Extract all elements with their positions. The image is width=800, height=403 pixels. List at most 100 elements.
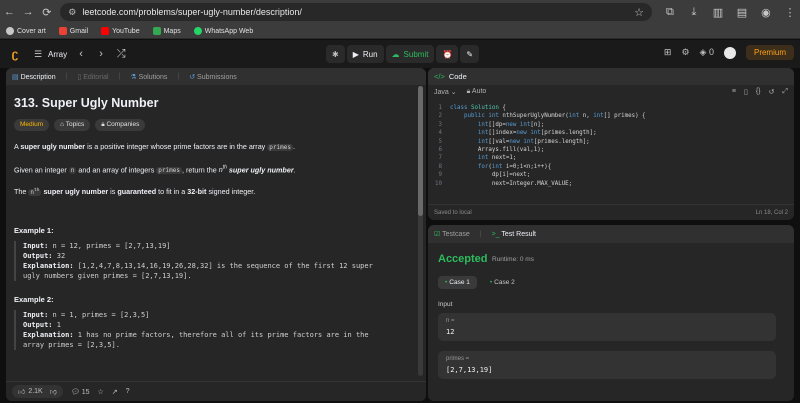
debug-button[interactable]: ✱ xyxy=(326,45,345,63)
bookmark-cover-art[interactable]: Cover art xyxy=(6,27,46,35)
menu-icon[interactable]: ⋮ xyxy=(780,2,800,22)
difficulty-badge: Medium xyxy=(14,119,50,131)
code-brackets-icon: </> xyxy=(434,72,445,81)
companies-badge[interactable]: 🔒︎ Companies xyxy=(95,119,146,131)
streak-counter[interactable]: ◈ 0 xyxy=(700,47,714,58)
code-editor[interactable]: 1 class Solution { 2 public int nthSuperU… xyxy=(428,104,794,200)
tag-icon: ⌂ xyxy=(60,121,65,128)
input-var-primes: primes = [2,7,13,19] xyxy=(438,351,776,379)
submit-button[interactable]: ☁ Submit xyxy=(385,45,435,63)
cloud-upload-icon: ☁ xyxy=(391,49,400,59)
run-button[interactable]: ▶ Run xyxy=(346,45,384,63)
shuffle-icon[interactable]: ⤮ xyxy=(111,44,131,64)
thumbs-down-icon[interactable]: 👎︎ xyxy=(50,387,57,396)
download-icon[interactable]: ⤓ xyxy=(684,2,704,22)
test-panel: ☑ Testcase | >_ Test Result Accepted Run… xyxy=(428,225,794,401)
reset-icon[interactable]: ↺ xyxy=(769,88,775,96)
tab-description[interactable]: ▤ Description xyxy=(12,73,56,81)
alarm-icon: ⏰ xyxy=(442,49,453,59)
auto-mode-toggle[interactable]: 🔒︎ Auto xyxy=(467,88,487,96)
notes-button[interactable]: ✎ xyxy=(460,45,480,63)
cursor-position: Ln 18, Col 2 xyxy=(755,209,788,216)
layout-icon[interactable]: ⊞ xyxy=(664,47,672,58)
like-button[interactable]: 👍︎ 2.1K 👎︎ xyxy=(12,385,63,398)
avatar[interactable] xyxy=(723,46,736,59)
tab-test-result[interactable]: >_ Test Result xyxy=(492,231,536,238)
forward-icon[interactable]: → xyxy=(19,2,38,22)
whatsapp-icon xyxy=(193,27,202,35)
pass-dot-icon: • xyxy=(489,279,493,286)
bookmark-gmail[interactable]: Gmail xyxy=(58,27,88,35)
leetcode-topbar: ʗ ☰ Array ‹ › ⤮ ✱ ▶ Run ☁ Submit ⏰ ✎ ⊞ ⚙ ◈… xyxy=(0,40,800,68)
tab-submissions[interactable]: ↺ Submissions xyxy=(189,73,237,81)
prev-problem-icon[interactable]: ‹ xyxy=(71,44,91,64)
help-icon[interactable]: ? xyxy=(126,388,130,395)
case-tabs: • Case 1 • Case 2 xyxy=(438,276,522,289)
play-icon: ▶ xyxy=(352,49,359,59)
lock-icon: 🔒︎ xyxy=(101,121,105,128)
comments-button[interactable]: 💬︎ 15 xyxy=(71,388,90,396)
back-icon[interactable]: ← xyxy=(0,2,19,22)
description-tabs: ▤ Description | ▯ Editorial | ⚗ Solution… xyxy=(6,68,426,85)
case-1-tab[interactable]: • Case 1 xyxy=(438,276,477,289)
format-icon[interactable]: ≡ xyxy=(732,88,736,96)
fullscreen-icon[interactable]: ⤢ xyxy=(782,88,788,96)
bookmark-icon[interactable]: ▯ xyxy=(744,88,748,96)
description-panel: ▤ Description | ▯ Editorial | ⚗ Solution… xyxy=(6,68,426,401)
address-bar[interactable]: ⚙ leetcode.com/problems/super-ugly-numbe… xyxy=(60,3,652,21)
flask-icon: ⚗ xyxy=(130,73,137,81)
extensions-icon[interactable]: ⧉ xyxy=(660,2,680,22)
fire-icon: ◈ xyxy=(699,47,707,57)
bookmark-maps[interactable]: Maps xyxy=(152,27,181,35)
tab-divider: | xyxy=(118,73,121,80)
share-icon[interactable]: ↗ xyxy=(112,388,118,396)
test-tabs: ☑ Testcase | >_ Test Result xyxy=(428,225,794,243)
language-select[interactable]: Java ⌄ xyxy=(434,88,457,96)
globe-icon xyxy=(6,27,14,35)
comment-icon: 💬︎ xyxy=(70,388,80,396)
example-2-title: Example 2: xyxy=(14,295,54,305)
settings-icon[interactable]: ⚙ xyxy=(681,47,689,58)
bookmark-whatsapp[interactable]: WhatsApp Web xyxy=(193,27,253,35)
description-scrollbar[interactable] xyxy=(418,86,423,376)
save-status: Saved to local xyxy=(434,209,472,216)
description-paragraph-3: The nth super ugly number is guaranteed … xyxy=(14,187,256,197)
profile-icon[interactable]: ◉ xyxy=(756,2,776,22)
scrollbar-thumb[interactable] xyxy=(418,86,423,216)
terminal-icon: >_ xyxy=(491,230,500,238)
sidebar-icon[interactable]: ▥ xyxy=(708,2,728,22)
book-icon: ▯ xyxy=(77,73,82,81)
favorite-star-icon[interactable]: ☆ xyxy=(97,388,103,396)
bookmark-youtube[interactable]: YouTube xyxy=(101,27,140,35)
lock-icon: 🔒︎ xyxy=(466,88,471,95)
history-icon: ↺ xyxy=(189,73,196,81)
problem-list-icon[interactable]: ☰ xyxy=(28,44,48,64)
note-icon: ✎ xyxy=(466,49,474,59)
leetcode-logo-icon[interactable]: ʗ xyxy=(8,47,22,61)
problem-list-label[interactable]: Array xyxy=(48,50,67,59)
timer-button[interactable]: ⏰ xyxy=(436,45,459,63)
site-info-icon[interactable]: ⚙ xyxy=(68,7,76,18)
split-view-icon[interactable]: ▤ xyxy=(732,2,752,22)
runtime-label: Runtime: 0 ms xyxy=(492,256,534,263)
tab-divider: | xyxy=(479,230,482,238)
bookmarks-bar: Cover art Gmail YouTube Maps WhatsApp We… xyxy=(0,24,800,39)
checkbox-icon: ☑ xyxy=(434,231,441,238)
topics-badge[interactable]: ⌂ Topics xyxy=(54,119,91,131)
description-paragraph-2: Given an integer n and an array of integ… xyxy=(14,165,296,175)
tab-solutions[interactable]: ⚗ Solutions xyxy=(130,73,167,81)
tab-editorial[interactable]: ▯ Editorial xyxy=(77,73,108,81)
reload-icon[interactable]: ⟳ xyxy=(38,2,57,22)
editor-statusbar: Saved to local Ln 18, Col 2 xyxy=(428,204,794,220)
maps-icon xyxy=(152,27,161,35)
premium-button[interactable]: Premium xyxy=(745,45,794,60)
code-expand-icon[interactable]: {} xyxy=(756,88,761,96)
tab-testcase[interactable]: ☑ Testcase xyxy=(434,230,470,238)
page-title[interactable]: 313. Super Ugly Number xyxy=(14,96,418,110)
youtube-icon xyxy=(101,27,110,35)
url-text: leetcode.com/problems/super-ugly-number/… xyxy=(82,7,302,17)
bookmark-star-icon[interactable]: ☆ xyxy=(634,6,644,19)
case-2-tab[interactable]: • Case 2 xyxy=(483,276,522,289)
next-problem-icon[interactable]: › xyxy=(91,44,111,64)
editor-toolbar: Java ⌄ 🔒︎ Auto ≡ ▯ {} ↺ ⤢ xyxy=(428,85,794,99)
